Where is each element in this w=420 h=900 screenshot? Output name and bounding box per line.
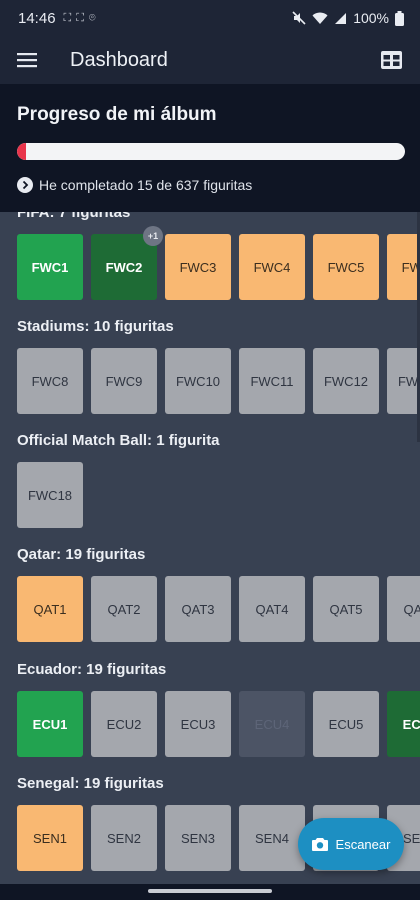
sticker-label: FWC18 bbox=[27, 487, 73, 503]
mute-icon bbox=[292, 11, 306, 25]
sticker-label: QAT2 bbox=[107, 601, 141, 617]
sticker-label: QAT1 bbox=[33, 601, 67, 617]
sticker-card[interactable]: FWC8 bbox=[17, 348, 83, 414]
status-time: 14:46 bbox=[18, 9, 56, 27]
sticker-label: FWC3 bbox=[179, 259, 217, 275]
sticker-label: FWC4 bbox=[253, 259, 291, 275]
menu-icon bbox=[17, 53, 37, 68]
sticker-label: SEN6 bbox=[403, 830, 420, 846]
sticker-row: FWC8 FWC9 FWC10 FWC11 FWC12 FWC13 bbox=[17, 348, 420, 414]
sticker-card[interactable]: QAT3 bbox=[165, 576, 231, 642]
sticker-label: FWC12 bbox=[323, 373, 369, 389]
sticker-label: ECU3 bbox=[180, 716, 216, 732]
sticker-card[interactable]: QAT1 bbox=[17, 576, 83, 642]
sticker-label: ECU5 bbox=[328, 716, 364, 732]
progress-bar-fill bbox=[17, 143, 27, 160]
sticker-label: ECU4 bbox=[254, 716, 290, 732]
sticker-label: QAT6 bbox=[403, 601, 420, 617]
menu-button[interactable] bbox=[0, 36, 54, 84]
sticker-card[interactable]: QAT2 bbox=[91, 576, 157, 642]
page-title: Dashboard bbox=[70, 48, 168, 71]
sticker-card[interactable]: FWC5 bbox=[313, 234, 379, 300]
section-title: Ecuador: 19 figuritas bbox=[17, 661, 167, 678]
sticker-row: ECU1 ECU2 ECU3 ECU4 ECU5 ECU6 bbox=[17, 691, 420, 757]
sticker-card[interactable]: SEN3 bbox=[165, 805, 231, 871]
sticker-card[interactable]: SEN4 bbox=[239, 805, 305, 871]
signal-icon bbox=[335, 12, 347, 24]
sticker-card[interactable]: ECU1 bbox=[17, 691, 83, 757]
sticker-label: SEN1 bbox=[33, 830, 67, 846]
sticker-sections-list[interactable]: FIFA: 7 figuritas FWC1 FWC2 +1 FWC3 FWC4 FWC5 F… bbox=[0, 212, 420, 884]
sticker-row: FWC1 FWC2+1 FWC3 FWC4 FWC5 FWC6 bbox=[17, 226, 420, 300]
status-left: 14:46 ⛶ ⛶ ⌾ bbox=[18, 10, 97, 27]
sticker-card[interactable]: SEN2 bbox=[91, 805, 157, 871]
battery-icon bbox=[395, 10, 404, 26]
sticker-card[interactable]: FWC10 bbox=[165, 348, 231, 414]
status-right: 100% bbox=[292, 10, 404, 26]
section-title: Senegal: 19 figuritas bbox=[17, 775, 164, 792]
status-bar: 14:46 ⛶ ⛶ ⌾ 100% bbox=[0, 0, 420, 36]
sticker-label: ECU6 bbox=[402, 716, 420, 732]
sticker-card[interactable]: FWC11 bbox=[239, 348, 305, 414]
sticker-label: ECU1 bbox=[32, 716, 68, 732]
sticker-card[interactable]: SEN1 bbox=[17, 805, 83, 871]
sticker-card[interactable]: FWC13 bbox=[387, 348, 420, 414]
sticker-label: FWC11 bbox=[250, 373, 294, 389]
sticker-card[interactable]: FWC1 bbox=[17, 234, 83, 300]
sticker-card[interactable]: FWC18 bbox=[17, 462, 83, 528]
sticker-card[interactable]: FWC4 bbox=[239, 234, 305, 300]
section-title: Qatar: 19 figuritas bbox=[17, 546, 146, 563]
sticker-label: FWC8 bbox=[31, 373, 69, 389]
progress-info-text: He completado 15 de 637 figuritas bbox=[39, 177, 253, 193]
scan-button[interactable]: Escanear bbox=[298, 818, 404, 870]
grid-view-icon bbox=[380, 51, 402, 69]
repeat-count-badge: +1 bbox=[143, 226, 163, 246]
section-title: Stadiums: 10 figuritas bbox=[17, 318, 174, 335]
system-nav-bar bbox=[0, 884, 420, 900]
sticker-card[interactable]: ECU4 bbox=[239, 691, 305, 757]
sticker-label: QAT5 bbox=[329, 601, 363, 617]
sticker-label: FWC2 bbox=[105, 259, 143, 275]
section-title: Official Match Ball: 1 figurita bbox=[17, 432, 220, 449]
sticker-label: QAT3 bbox=[181, 601, 215, 617]
progress-info: He completado 15 de 637 figuritas bbox=[17, 177, 404, 193]
scan-button-label: Escanear bbox=[335, 836, 391, 852]
sticker-card[interactable]: QAT6 bbox=[387, 576, 420, 642]
notification-icons: ⛶ ⛶ ⌾ bbox=[63, 11, 97, 24]
sticker-card[interactable]: QAT4 bbox=[239, 576, 305, 642]
sticker-card[interactable]: FWC12 bbox=[313, 348, 379, 414]
home-gesture-handle[interactable] bbox=[148, 889, 272, 893]
sticker-row: QAT1 QAT2 QAT3 QAT4 QAT5 QAT6 bbox=[17, 576, 420, 642]
sticker-label: QAT4 bbox=[255, 601, 289, 617]
grid-view-button[interactable] bbox=[366, 36, 416, 84]
sticker-card[interactable]: FWC3 bbox=[165, 234, 231, 300]
sticker-label: FWC5 bbox=[327, 259, 365, 275]
sticker-card[interactable]: ECU6 bbox=[387, 691, 420, 757]
battery-percent: 100% bbox=[353, 10, 389, 26]
sticker-label: FWC9 bbox=[105, 373, 143, 389]
sticker-label: FWC1 bbox=[31, 259, 69, 275]
sticker-label: ECU2 bbox=[106, 716, 142, 732]
sticker-label: SEN4 bbox=[255, 830, 289, 846]
progress-bar bbox=[17, 143, 405, 160]
sticker-card[interactable]: FWC6 bbox=[387, 234, 420, 300]
album-progress-card: Progreso de mi álbum He completado 15 de… bbox=[0, 84, 420, 212]
sticker-card[interactable]: QAT5 bbox=[313, 576, 379, 642]
sticker-label: SEN3 bbox=[181, 830, 215, 846]
progress-title: Progreso de mi álbum bbox=[17, 104, 217, 125]
chevron-right-circle-icon bbox=[17, 177, 33, 193]
sticker-card[interactable]: ECU5 bbox=[313, 691, 379, 757]
camera-icon bbox=[311, 838, 328, 851]
wifi-icon bbox=[312, 12, 328, 24]
sticker-row: FWC18 bbox=[17, 462, 83, 528]
sticker-label: FWC10 bbox=[175, 373, 221, 389]
sticker-label: SEN2 bbox=[107, 830, 141, 846]
sticker-card[interactable]: FWC2 +1 bbox=[91, 226, 163, 300]
sticker-card[interactable]: FWC9 bbox=[91, 348, 157, 414]
sticker-card[interactable]: ECU2 bbox=[91, 691, 157, 757]
sticker-card[interactable]: ECU3 bbox=[165, 691, 231, 757]
app-bar: Dashboard bbox=[0, 36, 420, 84]
section-title: FIFA: 7 figuritas bbox=[17, 212, 131, 221]
